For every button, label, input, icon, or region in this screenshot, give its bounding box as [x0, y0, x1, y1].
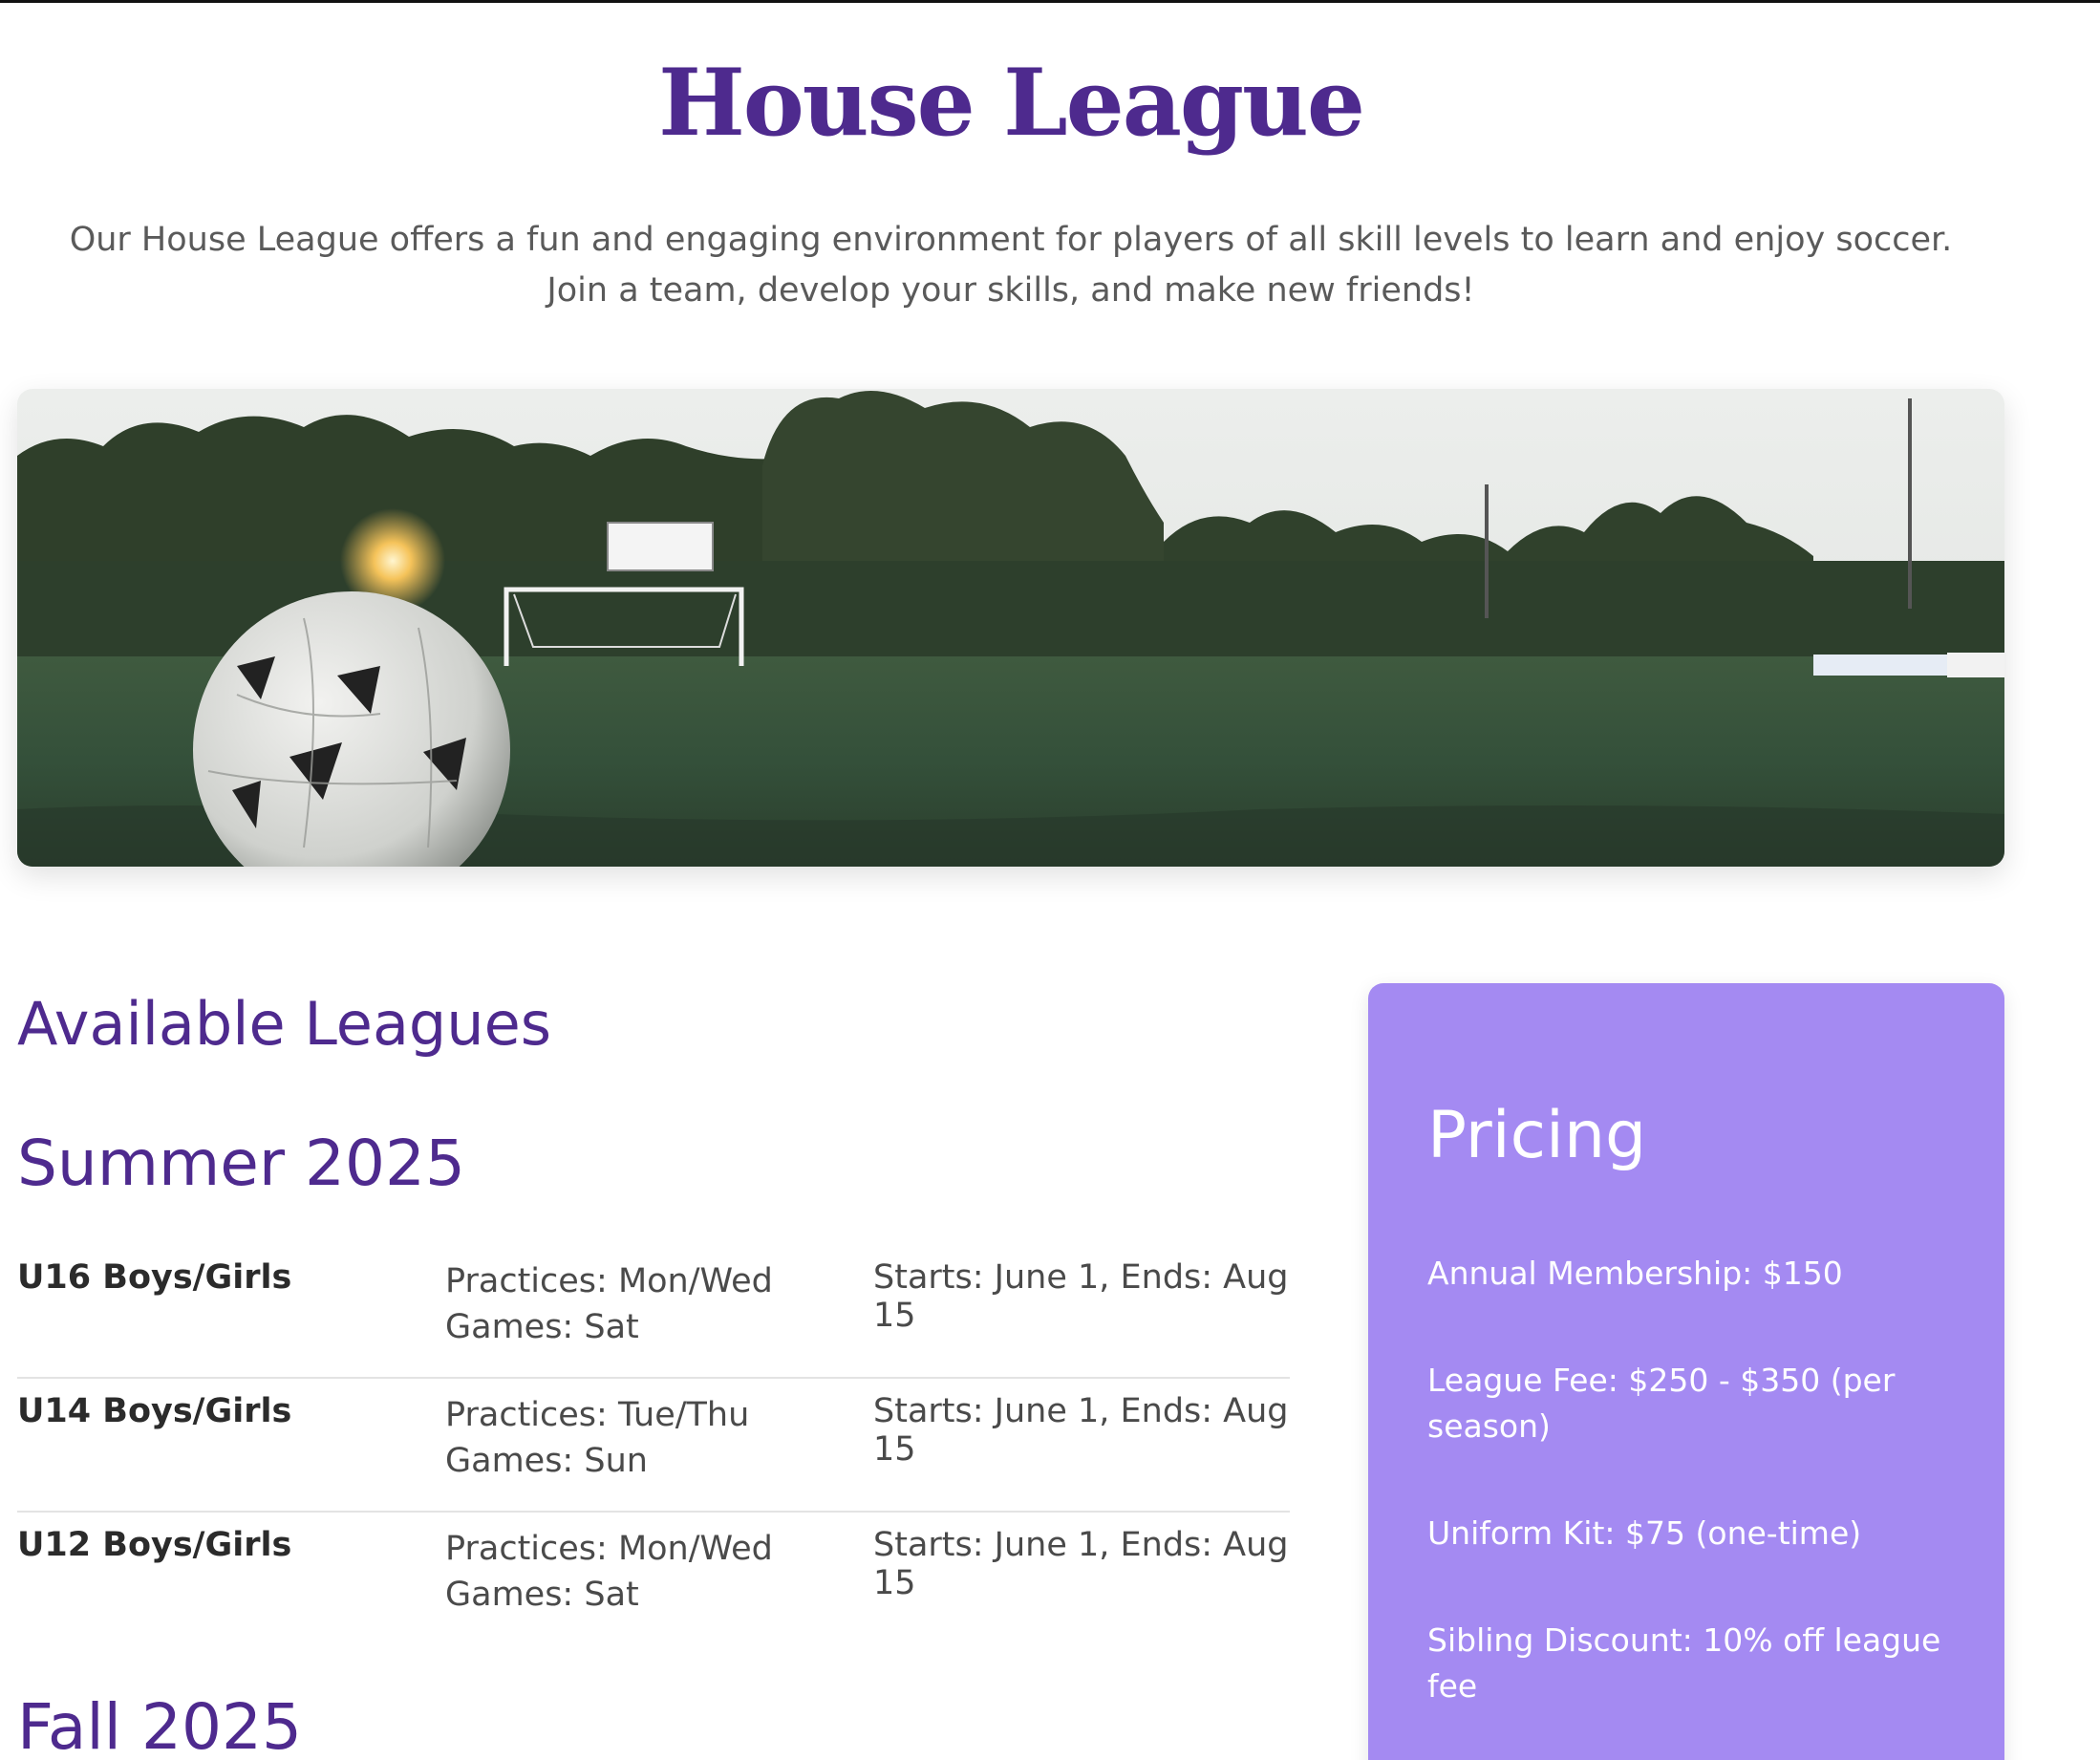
practice-days: Practices: Mon/Wed [445, 1262, 773, 1300]
intro-paragraph: Our House League offers a fun and engagi… [69, 221, 1953, 310]
game-days: Games: Sat [445, 1576, 639, 1614]
practice-days: Practices: Mon/Wed [445, 1530, 773, 1568]
summer-league-table: U16 Boys/Girls Practices: Mon/Wed Games:… [17, 1245, 1290, 1644]
pricing-list: Annual Membership: $150 League Fee: $250… [1427, 1251, 1962, 1760]
league-row: U14 Boys/Girls Practices: Tue/Thu Games:… [17, 1379, 1290, 1513]
game-days: Games: Sun [445, 1442, 648, 1480]
league-schedule: Practices: Tue/Thu Games: Sun [445, 1392, 749, 1484]
season-heading-fall: Fall 2025 [17, 1690, 302, 1760]
pricing-title: Pricing [1427, 1098, 1647, 1173]
pricing-item-membership: Annual Membership: $150 [1427, 1255, 1843, 1292]
season-heading-summer: Summer 2025 [17, 1127, 465, 1200]
pricing-card: Pricing Annual Membership: $150 League F… [1368, 983, 2004, 1760]
available-leagues-heading: Available Leagues [17, 989, 552, 1059]
league-name: U16 Boys/Girls [17, 1258, 292, 1297]
league-dates: Starts: June 1, Ends: Aug 15 [873, 1258, 1289, 1335]
league-name: U12 Boys/Girls [17, 1526, 292, 1564]
hero-image [17, 389, 2004, 867]
soccer-field-photo [17, 389, 2004, 867]
league-row: U12 Boys/Girls Practices: Mon/Wed Games:… [17, 1513, 1290, 1644]
practice-days: Practices: Tue/Thu [445, 1396, 750, 1434]
league-name: U14 Boys/Girls [17, 1392, 292, 1430]
pricing-item-uniform: Uniform Kit: $75 (one-time) [1427, 1514, 1862, 1552]
league-schedule: Practices: Mon/Wed Games: Sat [445, 1526, 773, 1618]
game-days: Games: Sat [445, 1308, 639, 1346]
league-row: U16 Boys/Girls Practices: Mon/Wed Games:… [17, 1245, 1290, 1379]
pricing-item-sibling-discount: Sibling Discount: 10% off league fee [1427, 1621, 1941, 1705]
league-dates: Starts: June 1, Ends: Aug 15 [873, 1392, 1289, 1469]
pricing-item-league-fee: League Fee: $250 - $350 (per season) [1427, 1362, 1896, 1445]
league-schedule: Practices: Mon/Wed Games: Sat [445, 1258, 773, 1350]
page-title: House League [658, 49, 1365, 157]
league-dates: Starts: June 1, Ends: Aug 15 [873, 1526, 1289, 1602]
